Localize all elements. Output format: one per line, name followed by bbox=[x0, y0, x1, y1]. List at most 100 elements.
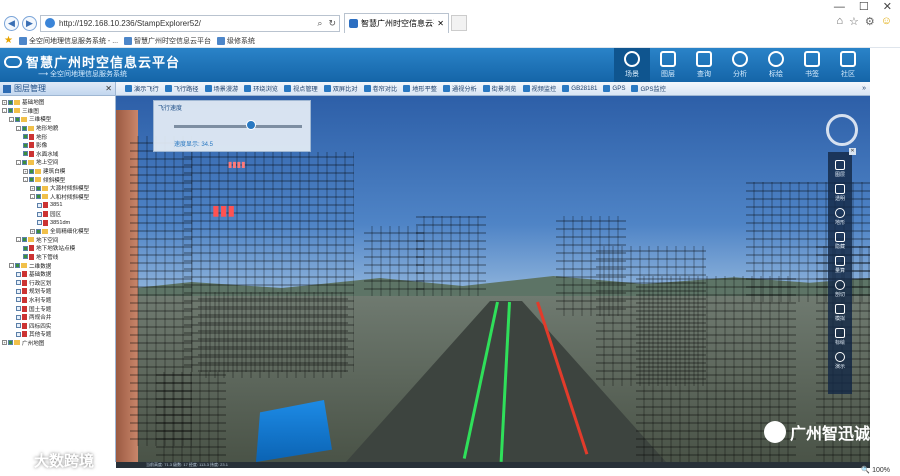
collapse-icon[interactable]: - bbox=[9, 263, 14, 269]
tree-node[interactable]: 地下管线 bbox=[0, 253, 115, 262]
close-icon[interactable]: ✕ bbox=[105, 84, 112, 93]
back-button[interactable]: ◀ bbox=[4, 15, 19, 31]
tree-node[interactable]: + 广州地图 bbox=[0, 339, 115, 348]
map-tool-button[interactable]: 演示飞行 bbox=[122, 84, 162, 93]
expand-icon[interactable]: + bbox=[2, 99, 7, 105]
layer-checkbox[interactable] bbox=[23, 134, 28, 140]
tree-node[interactable]: - 地上空间 bbox=[0, 158, 115, 167]
side-tool-button[interactable]: 模拟 bbox=[828, 304, 852, 326]
side-tool-button[interactable]: 剖切 bbox=[828, 280, 852, 302]
side-tool-button[interactable]: 隐藏 bbox=[828, 232, 852, 254]
flight-speed-panel[interactable]: 飞行速度 速度显示: 34.5 bbox=[153, 100, 311, 152]
tree-node[interactable]: + 全局精细化模型 bbox=[0, 227, 115, 236]
compass-icon[interactable] bbox=[826, 114, 858, 146]
toolbar-more-button[interactable]: » bbox=[862, 85, 866, 92]
expand-icon[interactable]: + bbox=[23, 168, 28, 174]
favorite-link-2[interactable]: 智慧广州时空信息云平台 bbox=[124, 36, 211, 46]
collapse-icon[interactable]: - bbox=[9, 116, 14, 122]
tab-close-icon[interactable]: ✕ bbox=[437, 19, 444, 28]
expand-icon[interactable]: + bbox=[30, 228, 35, 234]
tree-node[interactable]: 行政区划 bbox=[0, 278, 115, 287]
layer-checkbox[interactable] bbox=[37, 202, 42, 208]
map-tool-button[interactable]: 双屏比对 bbox=[321, 84, 361, 93]
tree-node[interactable]: - 三维模型 bbox=[0, 115, 115, 124]
tree-node[interactable]: + 建筑白模 bbox=[0, 167, 115, 176]
layer-checkbox[interactable] bbox=[16, 306, 21, 312]
refresh-icon[interactable]: ↻ bbox=[328, 18, 336, 29]
map-tool-button[interactable]: 通视分析 bbox=[440, 84, 480, 93]
layer-checkbox[interactable] bbox=[23, 254, 28, 260]
side-tool-button[interactable]: 透明 bbox=[828, 184, 852, 206]
collapse-icon[interactable]: - bbox=[16, 125, 21, 131]
browser-tab[interactable]: 智慧广州时空信息云平台 ✕ bbox=[344, 13, 449, 33]
layer-checkbox[interactable] bbox=[23, 151, 28, 157]
settings-gear-icon[interactable]: ⚙ bbox=[865, 15, 875, 28]
layer-checkbox[interactable] bbox=[15, 116, 20, 122]
layer-checkbox[interactable] bbox=[23, 142, 28, 148]
nav-layers[interactable]: 图层 bbox=[650, 48, 686, 82]
layer-checkbox[interactable] bbox=[16, 297, 21, 303]
tree-node[interactable]: 其他专题 bbox=[0, 330, 115, 339]
map-tool-button[interactable]: 视频监控 bbox=[520, 84, 560, 93]
favorites-star-icon[interactable]: ★ bbox=[4, 35, 13, 46]
collapse-icon[interactable]: - bbox=[16, 237, 21, 243]
layer-checkbox[interactable] bbox=[16, 271, 21, 277]
tree-node[interactable]: 3851 bbox=[0, 201, 115, 210]
layer-checkbox[interactable] bbox=[23, 245, 28, 251]
tree-node[interactable]: 园区 bbox=[0, 210, 115, 219]
favorite-link-1[interactable]: 全空间地理信息服务系统 - ... bbox=[18, 36, 118, 46]
nav-analysis[interactable]: 分析 bbox=[722, 48, 758, 82]
layer-checkbox[interactable] bbox=[16, 331, 21, 337]
layer-checkbox[interactable] bbox=[29, 177, 34, 183]
tree-node[interactable]: 地形 bbox=[0, 132, 115, 141]
collapse-icon[interactable]: - bbox=[30, 194, 35, 200]
layer-checkbox[interactable] bbox=[29, 168, 34, 174]
map-tool-button[interactable]: 街景浏览 bbox=[480, 84, 520, 93]
collapse-icon[interactable]: - bbox=[23, 177, 28, 183]
expand-icon[interactable]: + bbox=[2, 340, 7, 346]
tree-node[interactable]: - 二维数据 bbox=[0, 261, 115, 270]
layer-checkbox[interactable] bbox=[8, 340, 13, 346]
side-tool-button[interactable]: 演示 bbox=[828, 352, 852, 374]
nav-scene[interactable]: 场景 bbox=[614, 48, 650, 82]
speed-slider-knob[interactable] bbox=[245, 120, 256, 130]
feedback-smiley-icon[interactable]: ☺ bbox=[881, 15, 892, 28]
layer-checkbox[interactable] bbox=[37, 211, 42, 217]
layer-checkbox[interactable] bbox=[36, 185, 41, 191]
tree-node[interactable]: 规划专题 bbox=[0, 287, 115, 296]
nav-bookmark[interactable]: 书签 bbox=[794, 48, 830, 82]
layer-checkbox[interactable] bbox=[36, 194, 41, 200]
layer-checkbox[interactable] bbox=[22, 159, 27, 165]
search-icon[interactable]: ⌕ bbox=[317, 18, 322, 29]
collapse-icon[interactable]: - bbox=[2, 108, 7, 114]
tree-node[interactable]: - 地形地貌 bbox=[0, 124, 115, 133]
collapse-icon[interactable]: - bbox=[16, 159, 21, 165]
tree-node[interactable]: - 三维图 bbox=[0, 107, 115, 116]
forward-button[interactable]: ▶ bbox=[22, 15, 37, 31]
home-icon[interactable]: ⌂ bbox=[836, 15, 843, 28]
tree-node[interactable]: - 地下空间 bbox=[0, 236, 115, 245]
layer-checkbox[interactable] bbox=[16, 280, 21, 286]
url-text[interactable]: http://192.168.10.236/StampExplorer52/ bbox=[59, 19, 314, 28]
layer-checkbox[interactable] bbox=[15, 263, 20, 269]
favorite-link-3[interactable]: 级修系统 bbox=[217, 36, 255, 46]
layer-checkbox[interactable] bbox=[22, 237, 27, 243]
nav-query[interactable]: 查询 bbox=[686, 48, 722, 82]
tree-node[interactable]: - 倾斜模型 bbox=[0, 175, 115, 184]
layer-checkbox[interactable] bbox=[16, 323, 21, 329]
layer-checkbox[interactable] bbox=[16, 314, 21, 320]
new-tab-button[interactable] bbox=[451, 15, 467, 31]
tree-node[interactable]: + 大源村倾斜模型 bbox=[0, 184, 115, 193]
tree-node[interactable]: 地下地铁站点模 bbox=[0, 244, 115, 253]
side-tool-button[interactable]: 图层 bbox=[828, 160, 852, 182]
layer-checkbox[interactable] bbox=[37, 220, 42, 226]
nav-community[interactable]: 社区 bbox=[830, 48, 866, 82]
favorites-star-icon[interactable]: ☆ bbox=[849, 15, 859, 28]
layer-checkbox[interactable] bbox=[8, 99, 13, 105]
tree-node[interactable]: 基础数据 bbox=[0, 270, 115, 279]
side-tool-button[interactable]: 量算 bbox=[828, 256, 852, 278]
speed-slider-track[interactable] bbox=[174, 125, 302, 128]
tree-node[interactable]: 两规合并 bbox=[0, 313, 115, 322]
zoom-level[interactable]: 🔍 100% bbox=[861, 466, 890, 474]
expand-icon[interactable]: + bbox=[30, 185, 35, 191]
